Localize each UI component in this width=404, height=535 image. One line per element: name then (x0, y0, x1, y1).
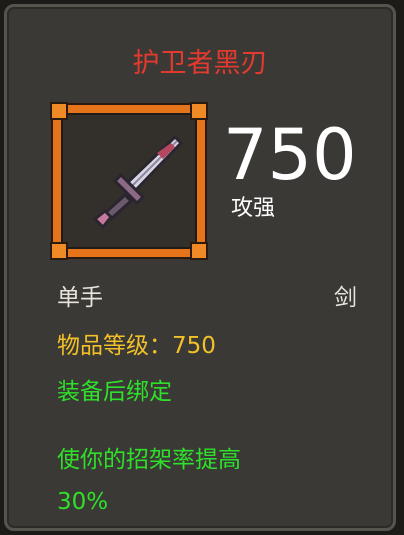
item-level: 物品等级：750 (57, 333, 216, 359)
equip-effect-line: 30% (57, 489, 109, 515)
weapon-type: 剑 (334, 285, 357, 311)
bind-on-equip: 装备后绑定 (57, 379, 172, 405)
item-icon-background (61, 113, 197, 249)
item-name: 护卫者黑刃 (132, 48, 268, 79)
frame-corner (190, 102, 208, 120)
frame-corner (190, 242, 208, 260)
equip-effect: 使你的招架率提高 30% (57, 439, 357, 523)
attack-power-value: 750 (223, 114, 357, 196)
frame-corner (50, 242, 68, 260)
item-tooltip: 护卫者黑刃 750 攻强 单手 剑 物品等级：750 装备后绑定 使你的招架率提… (4, 4, 396, 531)
frame-corner (50, 102, 68, 120)
attack-power-label: 攻强 (231, 196, 276, 221)
sword-icon (92, 134, 184, 230)
equip-effect-line: 使你的招架率提高 (57, 447, 241, 473)
equip-slot: 单手 (57, 285, 103, 311)
item-icon-frame[interactable] (50, 102, 208, 260)
